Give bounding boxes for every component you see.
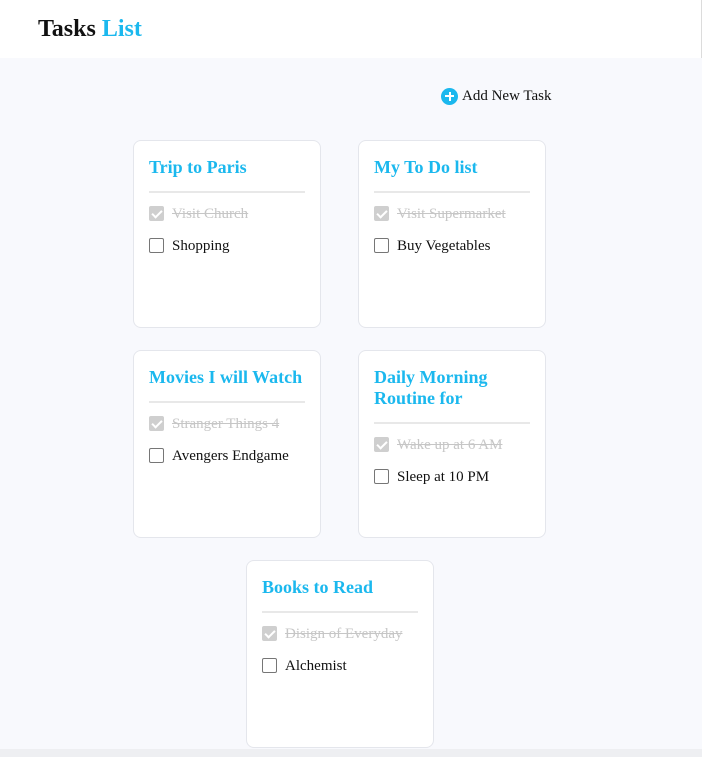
task-checkbox[interactable] [149, 415, 164, 431]
task-checkbox[interactable] [149, 237, 164, 253]
task-label: Buy Vegetables [397, 238, 491, 254]
task-label: Wake up at 6 AM [397, 437, 503, 453]
task-checkbox[interactable] [374, 436, 389, 452]
task-card-trip-to-paris: Trip to Paris Visit Church Shopping [133, 140, 321, 328]
task-item: Sleep at 10 PM [374, 468, 530, 486]
task-label: Visit Church [172, 206, 249, 222]
title-accent: List [101, 16, 142, 42]
task-checkbox[interactable] [262, 625, 277, 641]
card-title: Daily Morning Routine for [374, 367, 530, 424]
task-item: Disign of Everyday [262, 625, 418, 643]
title-main: Tasks [38, 16, 96, 42]
add-new-task-label: Add New Task [462, 88, 552, 104]
task-label: Visit Supermarket [397, 206, 506, 222]
card-title: Trip to Paris [149, 157, 305, 193]
task-item: Avengers Endgame [149, 447, 305, 465]
page-title: Tasks List [38, 15, 142, 43]
task-item: Stranger Things 4 [149, 415, 305, 433]
card-title: My To Do list [374, 157, 530, 193]
add-new-task-button[interactable]: Add New Task [441, 87, 552, 105]
task-checkbox[interactable] [374, 205, 389, 221]
task-item: Wake up at 6 AM [374, 436, 530, 454]
task-checkbox[interactable] [149, 205, 164, 221]
plus-circle-icon[interactable] [441, 87, 458, 105]
task-checkbox[interactable] [374, 237, 389, 253]
task-checkbox[interactable] [262, 657, 277, 673]
task-checkbox[interactable] [374, 468, 389, 484]
task-item: Buy Vegetables [374, 237, 530, 255]
task-card-books-to-read: Books to Read Disign of Everyday Alchemi… [246, 560, 434, 748]
task-label: Sleep at 10 PM [397, 469, 490, 485]
task-item: Shopping [149, 237, 305, 255]
task-label: Stranger Things 4 [172, 416, 280, 432]
card-title: Movies I will Watch [149, 367, 305, 403]
header: Tasks List [0, 0, 702, 58]
task-card-movies: Movies I will Watch Stranger Things 4 Av… [133, 350, 321, 538]
task-card-my-to-do-list: My To Do list Visit Supermarket Buy Vege… [358, 140, 546, 328]
task-label: Disign of Everyday [285, 626, 403, 642]
task-label: Shopping [172, 238, 230, 254]
task-checkbox[interactable] [149, 447, 164, 463]
task-label: Avengers Endgame [172, 448, 289, 464]
task-item: Visit Church [149, 205, 305, 223]
task-card-daily-morning-routine: Daily Morning Routine for Wake up at 6 A… [358, 350, 546, 538]
horizontal-scrollbar[interactable] [0, 749, 702, 757]
task-label: Alchemist [285, 658, 347, 674]
task-item: Alchemist [262, 657, 418, 675]
task-item: Visit Supermarket [374, 205, 530, 223]
card-title: Books to Read [262, 577, 418, 613]
